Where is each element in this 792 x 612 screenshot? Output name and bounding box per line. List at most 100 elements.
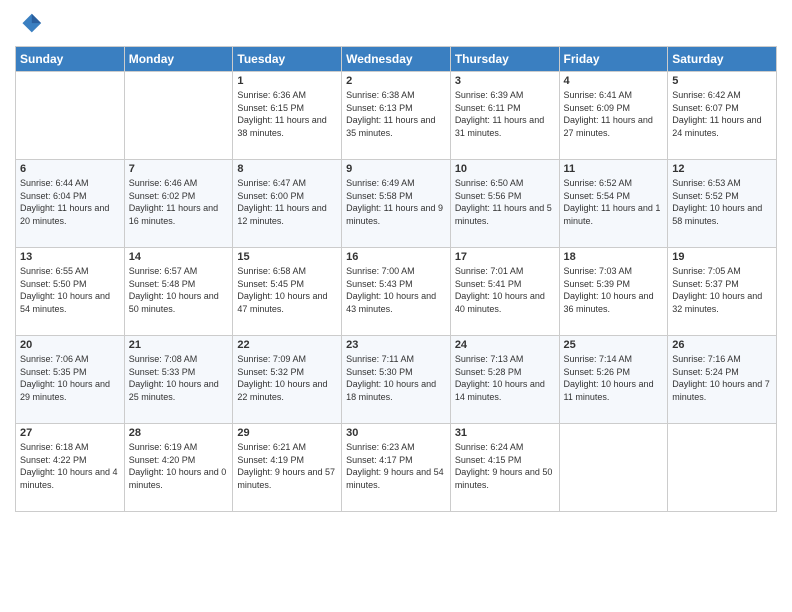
day-number: 14 <box>129 251 229 263</box>
calendar-week-row: 13 Sunrise: 6:55 AM Sunset: 5:50 PM Dayli… <box>16 248 777 336</box>
day-info: Sunrise: 7:06 AM Sunset: 5:35 PM Dayligh… <box>20 353 120 403</box>
day-info: Sunrise: 7:11 AM Sunset: 5:30 PM Dayligh… <box>346 353 446 403</box>
day-number: 9 <box>346 163 446 175</box>
calendar-header-friday: Friday <box>559 47 668 72</box>
day-number: 30 <box>346 427 446 439</box>
calendar-header-monday: Monday <box>124 47 233 72</box>
calendar-header-tuesday: Tuesday <box>233 47 342 72</box>
day-info: Sunrise: 6:58 AM Sunset: 5:45 PM Dayligh… <box>237 265 337 315</box>
day-number: 21 <box>129 339 229 351</box>
calendar-cell: 19 Sunrise: 7:05 AM Sunset: 5:37 PM Dayli… <box>668 248 777 336</box>
day-number: 20 <box>20 339 120 351</box>
day-number: 24 <box>455 339 555 351</box>
calendar-week-row: 20 Sunrise: 7:06 AM Sunset: 5:35 PM Dayli… <box>16 336 777 424</box>
day-info: Sunrise: 6:23 AM Sunset: 4:17 PM Dayligh… <box>346 441 446 491</box>
day-info: Sunrise: 6:49 AM Sunset: 5:58 PM Dayligh… <box>346 177 446 227</box>
day-info: Sunrise: 6:36 AM Sunset: 6:15 PM Dayligh… <box>237 89 337 139</box>
calendar-cell: 24 Sunrise: 7:13 AM Sunset: 5:28 PM Dayli… <box>450 336 559 424</box>
calendar-cell: 21 Sunrise: 7:08 AM Sunset: 5:33 PM Dayli… <box>124 336 233 424</box>
day-info: Sunrise: 6:52 AM Sunset: 5:54 PM Dayligh… <box>564 177 664 227</box>
calendar-cell: 28 Sunrise: 6:19 AM Sunset: 4:20 PM Dayli… <box>124 424 233 512</box>
calendar-cell: 13 Sunrise: 6:55 AM Sunset: 5:50 PM Dayli… <box>16 248 125 336</box>
calendar-table: SundayMondayTuesdayWednesdayThursdayFrid… <box>15 46 777 512</box>
day-info: Sunrise: 6:42 AM Sunset: 6:07 PM Dayligh… <box>672 89 772 139</box>
calendar-cell <box>124 72 233 160</box>
calendar-header-thursday: Thursday <box>450 47 559 72</box>
calendar-cell: 10Sunrise: 6:50 AM Sunset: 5:56 PM Dayli… <box>450 160 559 248</box>
calendar-cell: 18Sunrise: 7:03 AM Sunset: 5:39 PM Dayli… <box>559 248 668 336</box>
day-number: 8 <box>237 163 337 175</box>
day-info: Sunrise: 6:44 AM Sunset: 6:04 PM Dayligh… <box>20 177 120 227</box>
day-info: Sunrise: 7:08 AM Sunset: 5:33 PM Dayligh… <box>129 353 229 403</box>
calendar-cell: 1 Sunrise: 6:36 AM Sunset: 6:15 PM Daylig… <box>233 72 342 160</box>
day-info: Sunrise: 7:13 AM Sunset: 5:28 PM Dayligh… <box>455 353 555 403</box>
day-number: 2 <box>346 75 446 87</box>
day-number: 26 <box>672 339 772 351</box>
day-info: Sunrise: 7:16 AM Sunset: 5:24 PM Dayligh… <box>672 353 772 403</box>
calendar-cell: 5 Sunrise: 6:42 AM Sunset: 6:07 PM Daylig… <box>668 72 777 160</box>
day-number: 18 <box>564 251 664 263</box>
day-info: Sunrise: 6:50 AM Sunset: 5:56 PM Dayligh… <box>455 177 555 227</box>
calendar-cell <box>668 424 777 512</box>
day-info: Sunrise: 7:14 AM Sunset: 5:26 PM Dayligh… <box>564 353 664 403</box>
day-number: 29 <box>237 427 337 439</box>
calendar-header-row: SundayMondayTuesdayWednesdayThursdayFrid… <box>16 47 777 72</box>
calendar-cell: 14Sunrise: 6:57 AM Sunset: 5:48 PM Dayli… <box>124 248 233 336</box>
calendar-header-sunday: Sunday <box>16 47 125 72</box>
day-info: Sunrise: 6:38 AM Sunset: 6:13 PM Dayligh… <box>346 89 446 139</box>
calendar-cell: 9 Sunrise: 6:49 AM Sunset: 5:58 PM Daylig… <box>342 160 451 248</box>
day-info: Sunrise: 7:00 AM Sunset: 5:43 PM Dayligh… <box>346 265 446 315</box>
day-info: Sunrise: 7:01 AM Sunset: 5:41 PM Dayligh… <box>455 265 555 315</box>
day-number: 27 <box>20 427 120 439</box>
calendar-header-saturday: Saturday <box>668 47 777 72</box>
day-info: Sunrise: 7:05 AM Sunset: 5:37 PM Dayligh… <box>672 265 772 315</box>
day-info: Sunrise: 6:18 AM Sunset: 4:22 PM Dayligh… <box>20 441 120 491</box>
calendar-cell: 22Sunrise: 7:09 AM Sunset: 5:32 PM Dayli… <box>233 336 342 424</box>
calendar-cell: 17 Sunrise: 7:01 AM Sunset: 5:41 PM Dayli… <box>450 248 559 336</box>
calendar-cell: 27 Sunrise: 6:18 AM Sunset: 4:22 PM Dayli… <box>16 424 125 512</box>
day-number: 16 <box>346 251 446 263</box>
day-number: 13 <box>20 251 120 263</box>
calendar-cell: 7 Sunrise: 6:46 AM Sunset: 6:02 PM Daylig… <box>124 160 233 248</box>
page: SundayMondayTuesdayWednesdayThursdayFrid… <box>0 0 792 612</box>
day-number: 23 <box>346 339 446 351</box>
logo-icon <box>15 10 43 38</box>
day-info: Sunrise: 6:21 AM Sunset: 4:19 PM Dayligh… <box>237 441 337 491</box>
day-number: 5 <box>672 75 772 87</box>
day-info: Sunrise: 6:55 AM Sunset: 5:50 PM Dayligh… <box>20 265 120 315</box>
calendar-header-wednesday: Wednesday <box>342 47 451 72</box>
logo <box>15 10 45 38</box>
calendar-cell: 2 Sunrise: 6:38 AM Sunset: 6:13 PM Daylig… <box>342 72 451 160</box>
day-info: Sunrise: 7:09 AM Sunset: 5:32 PM Dayligh… <box>237 353 337 403</box>
day-number: 7 <box>129 163 229 175</box>
day-info: Sunrise: 6:19 AM Sunset: 4:20 PM Dayligh… <box>129 441 229 491</box>
day-number: 12 <box>672 163 772 175</box>
day-number: 31 <box>455 427 555 439</box>
header <box>15 10 777 38</box>
calendar-cell <box>559 424 668 512</box>
calendar-cell: 26 Sunrise: 7:16 AM Sunset: 5:24 PM Dayli… <box>668 336 777 424</box>
calendar-week-row: 6Sunrise: 6:44 AM Sunset: 6:04 PM Daylig… <box>16 160 777 248</box>
calendar-cell: 16 Sunrise: 7:00 AM Sunset: 5:43 PM Dayli… <box>342 248 451 336</box>
day-number: 15 <box>237 251 337 263</box>
calendar-cell: 8Sunrise: 6:47 AM Sunset: 6:00 PM Daylig… <box>233 160 342 248</box>
day-number: 19 <box>672 251 772 263</box>
day-number: 3 <box>455 75 555 87</box>
calendar-cell: 23 Sunrise: 7:11 AM Sunset: 5:30 PM Dayli… <box>342 336 451 424</box>
calendar-cell: 12Sunrise: 6:53 AM Sunset: 5:52 PM Dayli… <box>668 160 777 248</box>
day-number: 1 <box>237 75 337 87</box>
calendar-cell: 31Sunrise: 6:24 AM Sunset: 4:15 PM Dayli… <box>450 424 559 512</box>
calendar-week-row: 1 Sunrise: 6:36 AM Sunset: 6:15 PM Daylig… <box>16 72 777 160</box>
day-number: 11 <box>564 163 664 175</box>
day-number: 17 <box>455 251 555 263</box>
calendar-week-row: 27 Sunrise: 6:18 AM Sunset: 4:22 PM Dayli… <box>16 424 777 512</box>
calendar-cell: 4Sunrise: 6:41 AM Sunset: 6:09 PM Daylig… <box>559 72 668 160</box>
calendar-cell: 30 Sunrise: 6:23 AM Sunset: 4:17 PM Dayli… <box>342 424 451 512</box>
calendar-cell: 11 Sunrise: 6:52 AM Sunset: 5:54 PM Dayli… <box>559 160 668 248</box>
calendar-cell: 3Sunrise: 6:39 AM Sunset: 6:11 PM Daylig… <box>450 72 559 160</box>
day-info: Sunrise: 6:41 AM Sunset: 6:09 PM Dayligh… <box>564 89 664 139</box>
day-info: Sunrise: 6:46 AM Sunset: 6:02 PM Dayligh… <box>129 177 229 227</box>
day-number: 28 <box>129 427 229 439</box>
calendar-cell: 29 Sunrise: 6:21 AM Sunset: 4:19 PM Dayli… <box>233 424 342 512</box>
day-number: 25 <box>564 339 664 351</box>
